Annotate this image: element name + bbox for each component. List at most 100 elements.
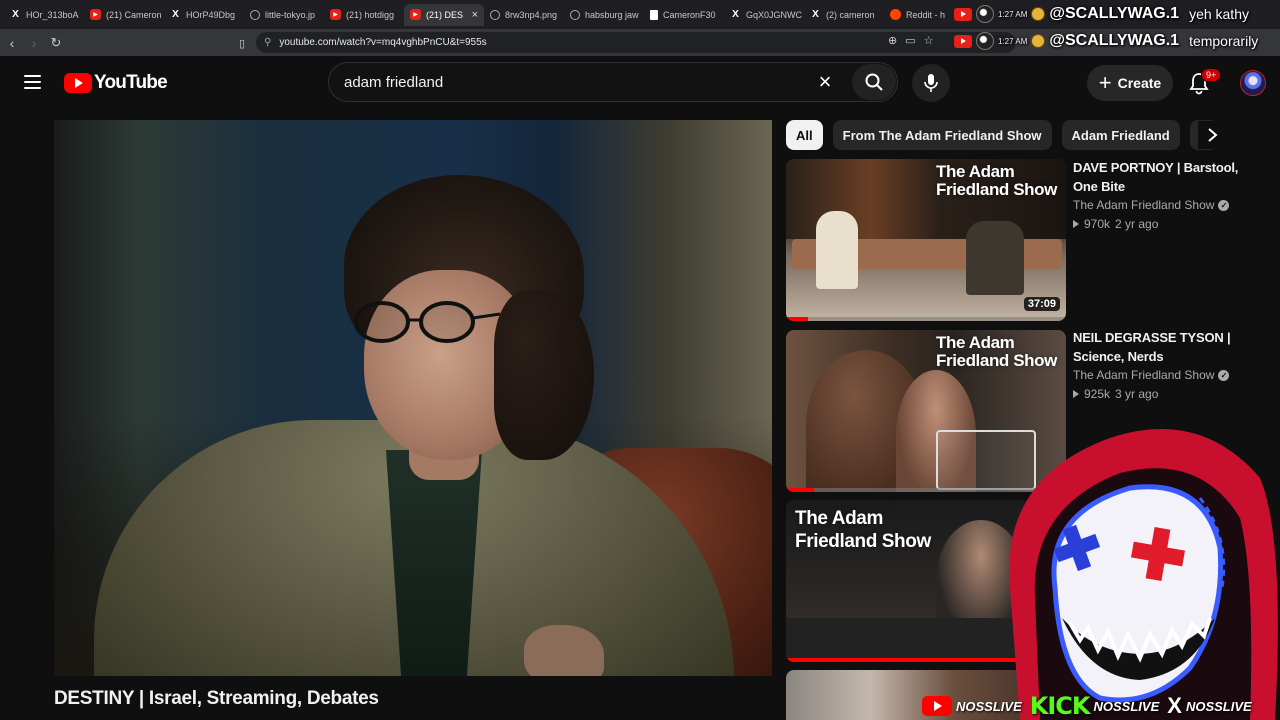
- browser-tab[interactable]: ▶ (21) hotdigg: [324, 4, 404, 26]
- chip-all[interactable]: All: [786, 120, 823, 150]
- browser-tab[interactable]: X GqX0JGNWC: [724, 4, 804, 26]
- browser-tab[interactable]: 8rw3np4.png: [484, 4, 564, 26]
- recommendation-info[interactable]: DAVE PORTNOY | Barstool, One Bite The Ad…: [1073, 158, 1253, 231]
- view-count: 925k: [1084, 387, 1111, 401]
- chat-username: @SCALLYWAG.1: [1049, 32, 1180, 49]
- watch-progress-track: [786, 317, 1066, 321]
- forward-icon[interactable]: ›: [24, 33, 44, 53]
- tab-yt-icon: ▶: [410, 9, 421, 20]
- tab-title: (2) cameron: [826, 9, 875, 20]
- browser-tab[interactable]: little-tokyo.jp: [244, 4, 324, 26]
- tab-x-icon: X: [812, 9, 819, 20]
- channel-name: The Adam Friedland Show: [1073, 368, 1215, 382]
- voice-search-button[interactable]: [912, 64, 950, 102]
- url-text: youtube.com/watch?v=mq4vghbPnCU&t=955s: [279, 37, 487, 48]
- chat-time: 1:27 AM: [998, 36, 1028, 46]
- recommendation-meta: 970k 2 yr ago: [1073, 217, 1253, 231]
- recommendation-thumbnail[interactable]: The Adam Friedland Show 37:09: [786, 159, 1066, 321]
- tab-img-icon: [570, 9, 580, 20]
- search-input[interactable]: adam friedland: [329, 74, 805, 91]
- youtube-logo[interactable]: YouTube: [64, 72, 168, 94]
- close-tab-icon[interactable]: ×: [472, 9, 478, 21]
- chip-from-channel[interactable]: From The Adam Friedland Show: [832, 120, 1052, 150]
- chat-time: 1:27 AM: [998, 9, 1028, 19]
- tab-reddit-icon: [890, 9, 901, 20]
- clear-search-icon[interactable]: ×: [805, 69, 845, 95]
- recommendation-title[interactable]: DAVE PORTNOY | Barstool, One Bite: [1073, 158, 1253, 196]
- back-icon[interactable]: ‹: [2, 33, 22, 53]
- tab-title: little-tokyo.jp: [265, 9, 316, 20]
- bookmark-icon[interactable]: ▯: [232, 33, 252, 53]
- search-box[interactable]: adam friedland ×: [328, 62, 898, 102]
- browser-tab[interactable]: ▶ (21) Cameron: [84, 4, 164, 26]
- tab-title: (21) hotdigg: [346, 9, 395, 20]
- video-hand: [524, 625, 604, 676]
- thumb-guest: [816, 211, 858, 289]
- watch-progress-bar: [786, 488, 814, 492]
- star-icon[interactable]: ☆: [924, 34, 934, 47]
- chip-adam-friedland[interactable]: Adam Friedland: [1061, 120, 1180, 150]
- youtube-play-icon: [64, 73, 92, 93]
- tab-title: habsburg jaw: [585, 9, 639, 20]
- tab-title: (21) Cameron: [106, 9, 162, 20]
- tab-title: CameronF30: [663, 9, 716, 20]
- youtube-masthead: YouTube adam friedland × + Create 9+: [0, 56, 1280, 112]
- create-label: Create: [1117, 75, 1162, 91]
- views-play-icon: [1073, 220, 1079, 228]
- browser-tab[interactable]: Reddit - h: [884, 4, 964, 26]
- recommendation-channel[interactable]: The Adam Friedland Show ✓: [1073, 368, 1253, 382]
- browser-tab[interactable]: CameronF30: [644, 4, 724, 26]
- recommendation-title[interactable]: NEIL DEGRASSE TYSON | Science, Nerds: [1073, 328, 1253, 366]
- cast-icon[interactable]: ▭: [905, 34, 915, 47]
- chips-next-button[interactable]: [1198, 121, 1226, 149]
- youtube-icon: [954, 7, 972, 21]
- account-avatar[interactable]: [1240, 70, 1266, 96]
- tab-title: 8rw3np4.png: [505, 9, 558, 20]
- youtube-icon: [922, 696, 952, 716]
- streamer-mascot-overlay: [1009, 429, 1278, 720]
- tab-x-icon: X: [172, 9, 179, 20]
- views-play-icon: [1073, 390, 1079, 398]
- video-title: DESTINY | Israel, Streaming, Debates: [54, 688, 379, 709]
- zoom-icon[interactable]: ⊕: [888, 34, 897, 47]
- reload-icon[interactable]: ↻: [46, 33, 66, 53]
- thumb-host: [966, 221, 1024, 295]
- browser-tab[interactable]: ▶ (21) DES ×: [404, 3, 484, 26]
- youtube-icon: [954, 34, 972, 48]
- upload-age: 3 yr ago: [1115, 387, 1159, 401]
- tab-x-icon: X: [12, 9, 19, 20]
- browser-tab[interactable]: X HOr_313boA: [4, 4, 84, 26]
- notification-count-badge: 9+: [1201, 68, 1222, 82]
- tab-title: GqX0JGNWC: [746, 9, 803, 20]
- recommendation-channel[interactable]: The Adam Friedland Show ✓: [1073, 198, 1253, 212]
- tab-yt-icon: ▶: [90, 9, 101, 20]
- browser-tab[interactable]: X (2) cameron: [804, 4, 884, 26]
- social-handle: NOSSLIVE: [1185, 698, 1252, 714]
- tab-globe-icon: [490, 9, 500, 20]
- overlay-chat-message: 1:27 AM @SCALLYWAG.1 temporarily: [954, 32, 1258, 50]
- tab-title: Reddit - h: [906, 9, 946, 20]
- upload-age: 2 yr ago: [1115, 217, 1159, 231]
- video-glasses: [354, 301, 501, 343]
- video-player[interactable]: [54, 120, 772, 676]
- video-duration: 37:09: [1023, 297, 1060, 311]
- site-info-icon[interactable]: ⚲: [264, 37, 271, 48]
- kick-logo: KICK: [1029, 692, 1091, 720]
- overlay-chat-message: 1:27 AM @SCALLYWAG.1 yeh kathy: [954, 5, 1249, 23]
- recommendation-info[interactable]: NEIL DEGRASSE TYSON | Science, Nerds The…: [1073, 328, 1253, 401]
- recommendation-meta: 925k 3 yr ago: [1073, 387, 1253, 401]
- search-button[interactable]: [852, 64, 896, 100]
- address-bar-actions: ⊕ ▭ ☆: [888, 34, 934, 47]
- chat-avatar: [976, 32, 994, 50]
- member-badge-icon: [1031, 7, 1046, 21]
- chat-avatar: [976, 5, 994, 23]
- verified-icon: ✓: [1218, 369, 1230, 381]
- create-button[interactable]: + Create: [1087, 65, 1173, 101]
- watch-progress-bar: [786, 317, 809, 321]
- notifications-button[interactable]: 9+: [1186, 68, 1222, 98]
- tab-x-icon: X: [732, 9, 739, 20]
- menu-icon[interactable]: [24, 75, 41, 89]
- logo-wordmark: YouTube: [94, 72, 168, 93]
- browser-tab[interactable]: habsburg jaw: [564, 4, 644, 26]
- browser-tab[interactable]: X HOrP49Dbg: [164, 4, 244, 26]
